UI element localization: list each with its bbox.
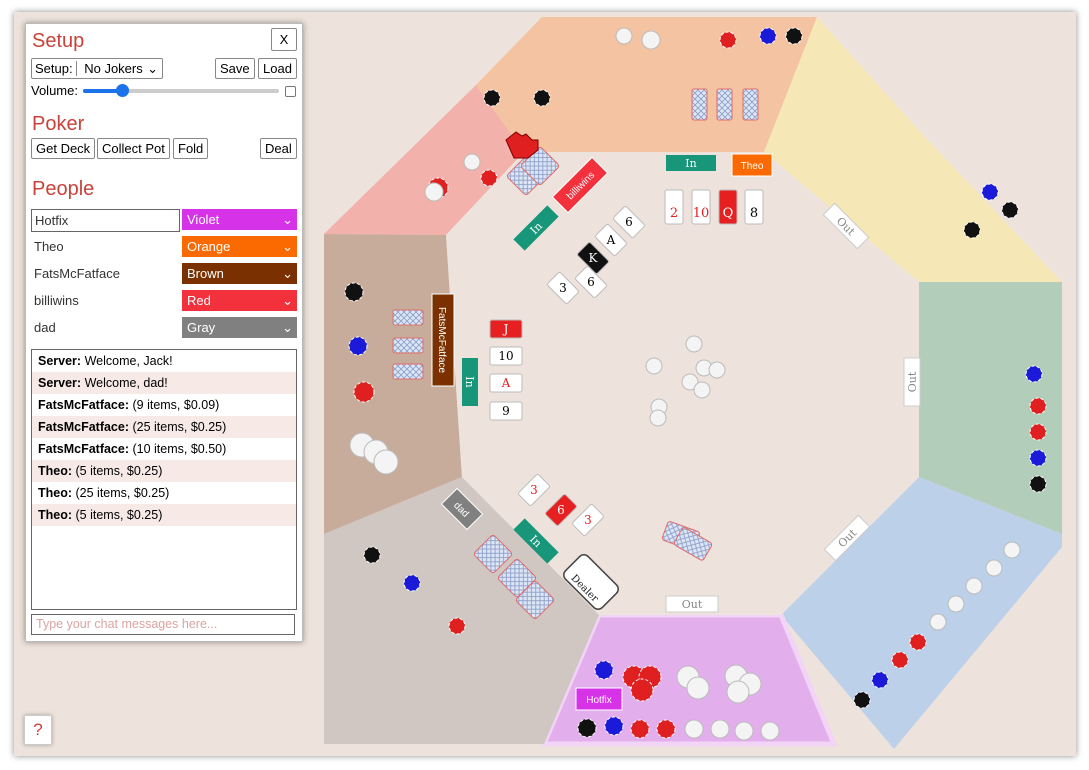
theo-seat-label: Theo <box>731 153 773 177</box>
person-color-value: Violet <box>187 212 220 227</box>
person-color-select[interactable]: Gray ⌄ <box>182 317 297 338</box>
person-name: Theo <box>34 239 64 254</box>
person-name: FatsMcFatface <box>34 266 120 281</box>
svg-text:Q: Q <box>723 206 734 221</box>
log-line: Server: Welcome, Jack! <box>38 354 173 368</box>
log-line: Theo: (25 items, $0.25) <box>38 486 170 500</box>
svg-text:10: 10 <box>498 349 513 363</box>
person-row-hotfix: Hotfix Violet ⌄ <box>31 209 297 232</box>
fold-button[interactable]: Fold <box>173 138 209 159</box>
svg-text:Hotfix: Hotfix <box>586 695 612 706</box>
green-seat-out-badge: Out <box>903 357 921 407</box>
person-color-value: Orange <box>187 239 231 254</box>
close-button[interactable]: X <box>271 28 297 51</box>
people-heading: People <box>32 178 95 200</box>
chevron-down-icon: ⌄ <box>147 61 158 76</box>
volume-thumb[interactable] <box>116 84 130 97</box>
svg-text:Out: Out <box>682 598 703 611</box>
hotfix-out-badge: Out <box>665 595 719 613</box>
log-line: Theo: (5 items, $0.25) <box>32 460 296 482</box>
person-color-value: Brown <box>187 266 224 281</box>
setup-heading: Setup <box>32 30 85 52</box>
svg-text:A: A <box>501 376 511 390</box>
svg-text:Theo: Theo <box>741 161 764 172</box>
svg-text:10: 10 <box>693 206 710 221</box>
svg-text:3: 3 <box>530 483 538 497</box>
volume-mute-checkbox[interactable] <box>285 86 296 97</box>
log-line: Theo: (5 items, $0.25) <box>32 504 296 526</box>
setup-select[interactable]: Setup: No Jokers ⌄ <box>31 58 163 79</box>
svg-text:2: 2 <box>670 206 678 221</box>
person-color-value: Gray <box>187 320 216 335</box>
svg-text:In: In <box>685 157 696 170</box>
volume-label: Volume: <box>31 83 78 98</box>
load-button[interactable]: Load <box>258 58 297 79</box>
fatsmcfatface-in-badge: In <box>462 358 478 406</box>
save-button[interactable]: Save <box>215 58 255 79</box>
svg-text:9: 9 <box>502 404 510 418</box>
setup-value: No Jokers <box>84 61 143 76</box>
person-row-fatsmcfatface: FatsMcFatface Brown ⌄ <box>31 263 297 286</box>
log-line: FatsMcFatface: (9 items, $0.09) <box>38 398 220 412</box>
person-row-theo: Theo Orange ⌄ <box>31 236 297 259</box>
control-panel: Setup X Setup: No Jokers ⌄ Save Load Vol… <box>25 23 303 642</box>
svg-text:A: A <box>606 233 616 247</box>
svg-text:8: 8 <box>750 206 758 221</box>
deal-button[interactable]: Deal <box>260 138 297 159</box>
log-line: FatsMcFatface: (10 items, $0.50) <box>38 442 227 456</box>
svg-text:6: 6 <box>587 275 595 289</box>
person-color-select[interactable]: Violet ⌄ <box>182 209 297 230</box>
svg-text:K: K <box>589 251 599 265</box>
svg-text:3: 3 <box>559 281 567 295</box>
svg-text:J: J <box>502 322 509 336</box>
log-line: Server: Welcome, dad! <box>32 372 296 394</box>
setup-label: Setup: <box>32 61 77 76</box>
svg-text:6: 6 <box>625 215 633 229</box>
hotfix-seat-label: Hotfix <box>575 687 623 711</box>
person-color-select[interactable]: Orange ⌄ <box>182 236 297 257</box>
volume-slider[interactable] <box>83 84 279 97</box>
svg-text:6: 6 <box>557 503 565 517</box>
chevron-down-icon: ⌄ <box>282 293 293 308</box>
get-deck-button[interactable]: Get Deck <box>31 138 96 159</box>
chevron-down-icon: ⌄ <box>282 239 293 254</box>
person-color-select[interactable]: Brown ⌄ <box>182 263 297 284</box>
person-color-select[interactable]: Red ⌄ <box>182 290 297 311</box>
person-name: billiwins <box>34 293 79 308</box>
person-row-dad: dad Gray ⌄ <box>31 317 297 340</box>
svg-text:FatsMcFatface: FatsMcFatface <box>436 307 447 374</box>
collect-pot-button[interactable]: Collect Pot <box>97 138 170 159</box>
theo-in-badge: In <box>666 155 716 171</box>
help-button[interactable]: ? <box>24 715 52 745</box>
svg-text:Out: Out <box>906 371 919 392</box>
chat-input[interactable]: Type your chat messages here... <box>31 614 295 635</box>
chat-log[interactable]: Server: Welcome, Jack! Server: Welcome, … <box>31 349 297 610</box>
poker-heading: Poker <box>32 113 85 135</box>
fatsmcfatface-seat-label: FatsMcFatface <box>431 293 455 387</box>
log-line: FatsMcFatface: (25 items, $0.25) <box>32 416 296 438</box>
chevron-down-icon: ⌄ <box>282 320 293 335</box>
person-name-input[interactable]: Hotfix <box>31 209 180 232</box>
person-name: dad <box>34 320 56 335</box>
svg-text:In: In <box>463 376 476 387</box>
person-row-billiwins: billiwins Red ⌄ <box>31 290 297 313</box>
person-color-value: Red <box>187 293 211 308</box>
svg-text:3: 3 <box>584 513 592 527</box>
chevron-down-icon: ⌄ <box>282 212 293 227</box>
chevron-down-icon: ⌄ <box>282 266 293 281</box>
